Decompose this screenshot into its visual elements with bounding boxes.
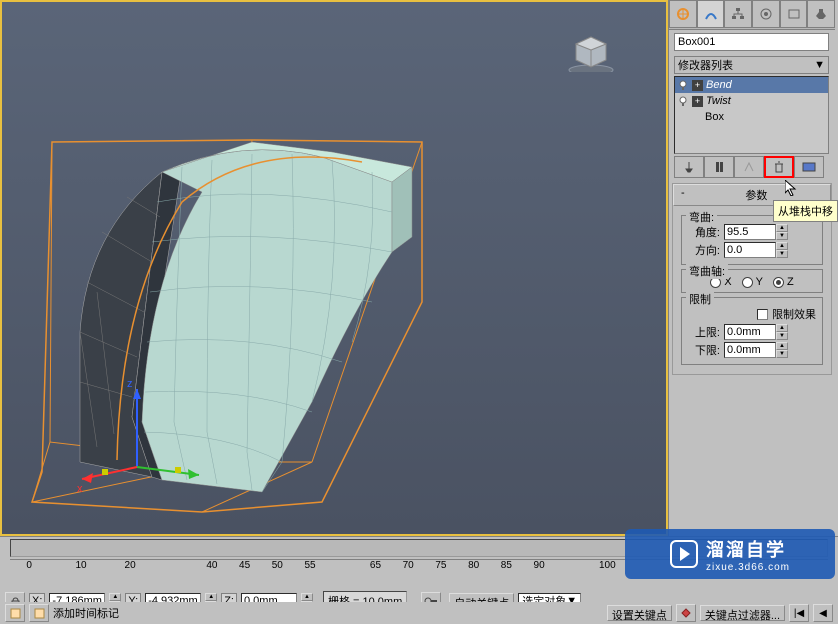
spinner-up[interactable]: ▲: [776, 242, 788, 250]
axis-y-radio[interactable]: Y: [742, 276, 763, 288]
time-tick: 50: [272, 560, 283, 571]
tooltip: 从堆栈中移: [773, 200, 838, 222]
modifier-stack[interactable]: + Bend + Twist Box: [674, 76, 829, 154]
viewcube[interactable]: [566, 32, 616, 72]
spinner-up[interactable]: ▲: [109, 593, 121, 601]
time-tick: 75: [435, 560, 446, 571]
remove-modifier-button[interactable]: [764, 156, 794, 178]
spinner-down[interactable]: ▼: [776, 332, 788, 340]
watermark: 溜溜自学 zixue.3d66.com: [625, 529, 835, 579]
stack-label: Bend: [706, 79, 732, 91]
dropdown-arrow-icon: ▼: [814, 59, 825, 71]
svg-text:x: x: [77, 483, 83, 495]
hierarchy-tab[interactable]: [724, 0, 752, 28]
time-tick: 70: [403, 560, 414, 571]
spinner-up[interactable]: ▲: [776, 324, 788, 332]
limit-group-label: 限制: [686, 291, 714, 307]
modifier-list-label: 修改器列表: [678, 57, 733, 73]
stack-item-box[interactable]: Box: [675, 109, 828, 125]
object-name-input[interactable]: [674, 33, 829, 51]
pin-stack-button[interactable]: [674, 156, 704, 178]
upper-label: 上限:: [688, 324, 720, 340]
make-unique-button[interactable]: [734, 156, 764, 178]
expand-icon[interactable]: +: [692, 96, 703, 107]
spinner-up[interactable]: ▲: [776, 342, 788, 350]
time-tick: 0: [26, 560, 32, 571]
time-tick: 40: [206, 560, 217, 571]
time-tick: 55: [304, 560, 315, 571]
time-tick: 85: [501, 560, 512, 571]
key-filters-icon-button[interactable]: [676, 604, 696, 622]
direction-label: 方向:: [688, 242, 720, 258]
set-key-button[interactable]: 设置关键点: [607, 605, 672, 621]
stack-item-twist[interactable]: + Twist: [675, 93, 828, 109]
modifier-list-dropdown[interactable]: 修改器列表 ▼: [674, 56, 829, 74]
play-icon: [670, 540, 698, 568]
axis-group-label: 弯曲轴:: [686, 263, 728, 279]
add-time-tag-label[interactable]: 添加时间标记: [53, 605, 119, 621]
utilities-tab[interactable]: [807, 0, 835, 28]
bulb-icon: [677, 79, 690, 92]
limit-effect-checkbox[interactable]: [757, 309, 768, 320]
svg-text:z: z: [127, 378, 133, 390]
cursor-icon: [785, 180, 797, 196]
time-tick: 45: [239, 560, 250, 571]
lower-label: 下限:: [688, 342, 720, 358]
time-tick: 65: [370, 560, 381, 571]
angle-input[interactable]: [724, 224, 776, 240]
direction-input[interactable]: [724, 242, 776, 258]
viewport-content: z x: [2, 2, 670, 538]
lower-input[interactable]: [724, 342, 776, 358]
configure-sets-button[interactable]: [794, 156, 824, 178]
spinner-up[interactable]: ▲: [776, 224, 788, 232]
stack-label: Twist: [706, 95, 731, 107]
viewport[interactable]: z x: [0, 0, 668, 536]
show-end-result-button[interactable]: [704, 156, 734, 178]
bulb-icon: [677, 95, 690, 108]
time-tick: 100: [599, 560, 616, 571]
bend-group-label: 弯曲:: [686, 209, 717, 225]
time-tick: 10: [75, 560, 86, 571]
upper-input[interactable]: [724, 324, 776, 340]
watermark-url: zixue.3d66.com: [706, 562, 790, 573]
watermark-title: 溜溜自学: [706, 536, 790, 562]
stack-label: Box: [705, 111, 724, 123]
time-tick: 20: [125, 560, 136, 571]
modify-tab[interactable]: [697, 0, 725, 28]
stack-item-bend[interactable]: + Bend: [675, 77, 828, 93]
script-listener-button[interactable]: [5, 604, 25, 622]
key-filter-button[interactable]: 关键点过滤器...: [700, 605, 785, 621]
expand-icon[interactable]: +: [692, 80, 703, 91]
prev-frame-button[interactable]: ◀: [813, 604, 833, 622]
axis-z-radio[interactable]: Z: [773, 276, 794, 288]
collapse-icon: -: [676, 187, 685, 203]
motion-tab[interactable]: [752, 0, 780, 28]
time-tick: 90: [534, 560, 545, 571]
time-tick: 80: [468, 560, 479, 571]
spinner-down[interactable]: ▼: [776, 250, 788, 258]
goto-start-button[interactable]: |◀: [789, 604, 809, 622]
command-panel: 修改器列表 ▼ + Bend + Twist Box: [668, 0, 835, 536]
display-tab[interactable]: [780, 0, 808, 28]
create-tab[interactable]: [669, 0, 697, 28]
spinner-up[interactable]: ▲: [205, 593, 217, 601]
time-tag-button[interactable]: [29, 604, 49, 622]
limit-effect-label: 限制效果: [772, 306, 816, 322]
spinner-up[interactable]: ▲: [301, 593, 313, 601]
spinner-down[interactable]: ▼: [776, 232, 788, 240]
angle-label: 角度:: [688, 224, 720, 240]
spinner-down[interactable]: ▼: [776, 350, 788, 358]
